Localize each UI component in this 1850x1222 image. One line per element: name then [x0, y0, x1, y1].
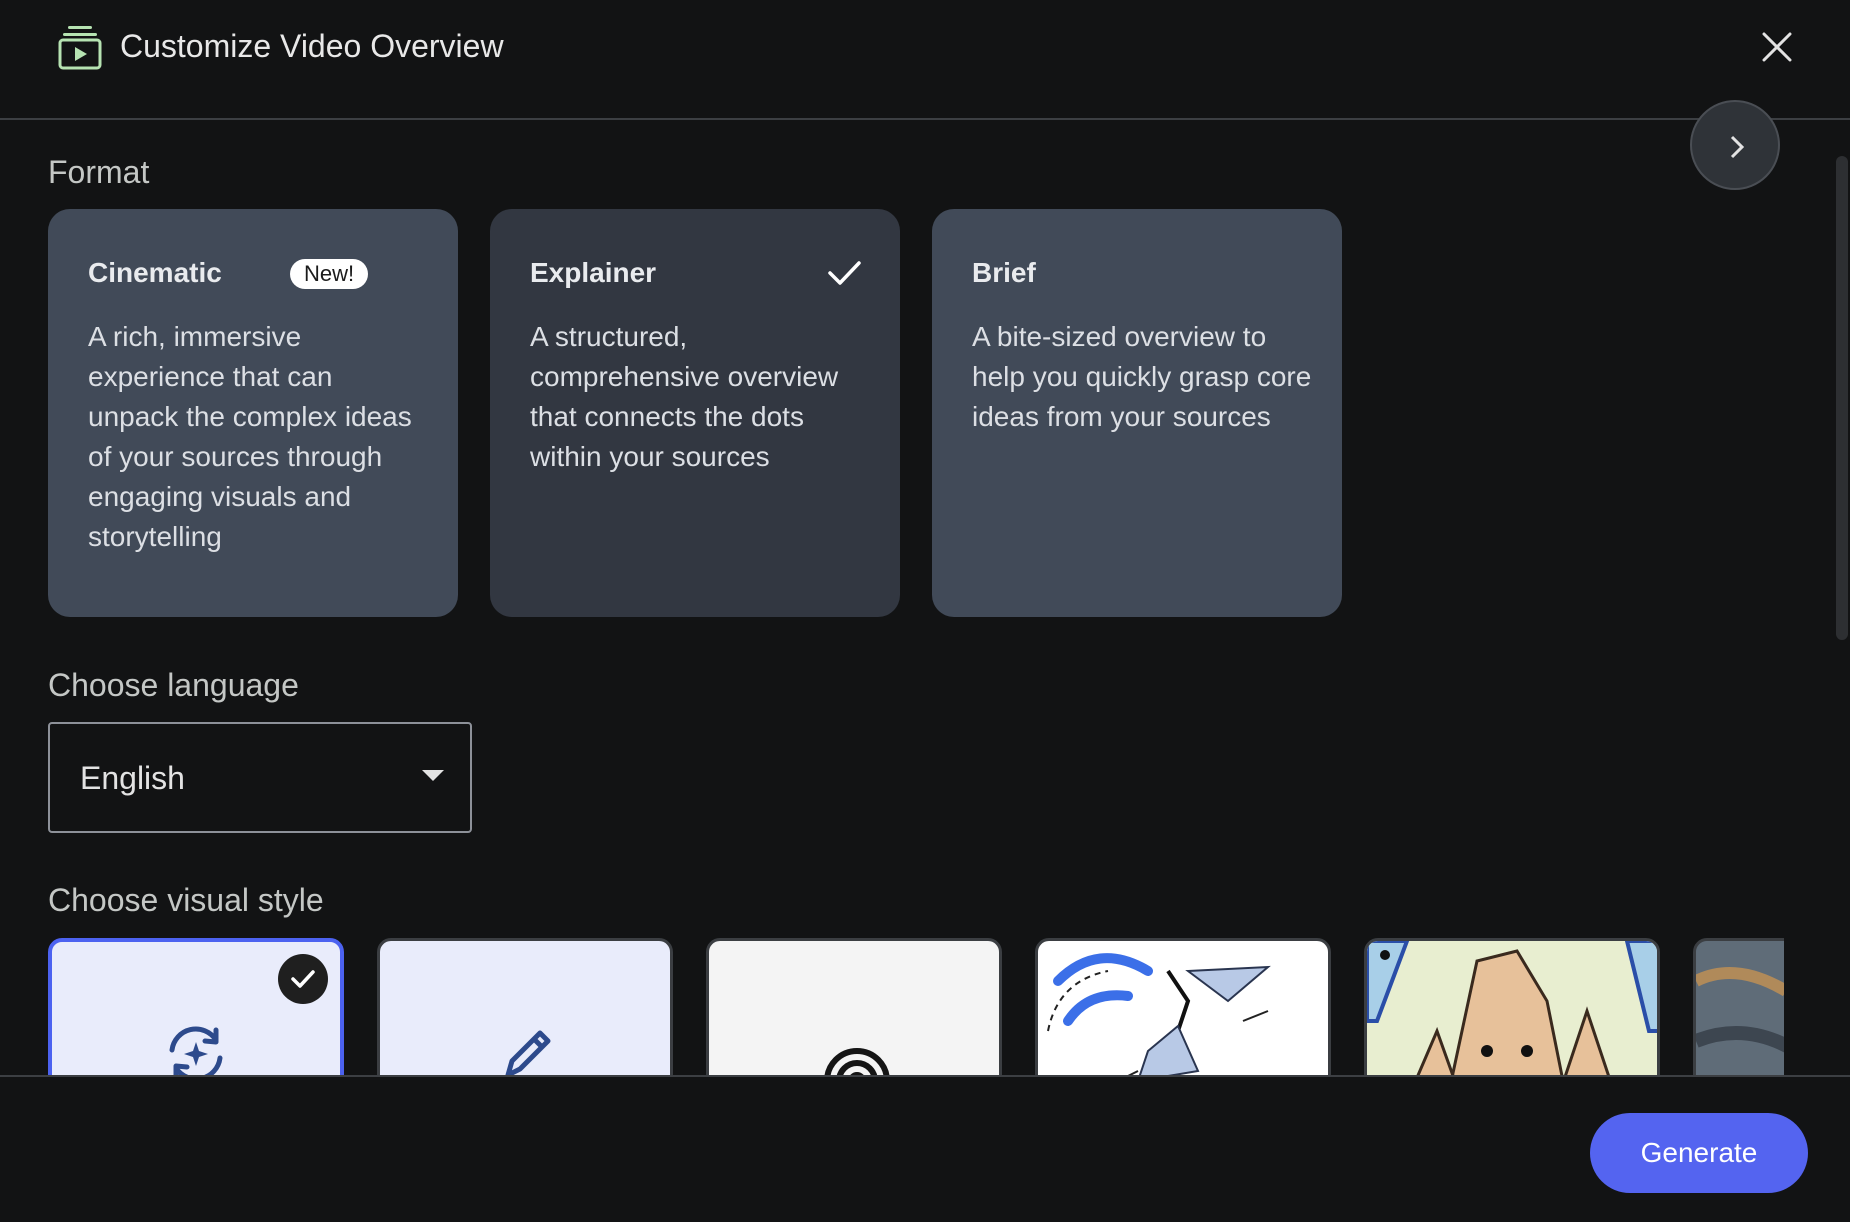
rainbow-arcs-icon — [824, 1048, 890, 1076]
format-label: Format — [48, 154, 150, 190]
scrollbar[interactable] — [1836, 156, 1848, 640]
language-label: Choose language — [48, 667, 299, 703]
language-value: English — [80, 760, 185, 796]
style-tile-sketch[interactable] — [1035, 938, 1331, 1076]
new-badge: New! — [290, 259, 369, 289]
style-tile-minimal[interactable] — [706, 938, 1002, 1076]
style-tile-painted[interactable] — [1693, 938, 1784, 1076]
style-tile-pencil[interactable] — [377, 938, 673, 1076]
style-tile-cartoon[interactable] — [1364, 938, 1660, 1076]
card-description: A bite-sized overview to help you quickl… — [972, 321, 1312, 432]
card-title: Cinematic — [88, 257, 222, 288]
video-overview-icon — [58, 26, 102, 70]
style-tile-auto[interactable] — [48, 938, 344, 1076]
checkmark-icon — [828, 261, 861, 285]
card-title: Brief — [972, 257, 1036, 288]
pencil-icon — [505, 1030, 551, 1076]
auto-select-sparkle-icon — [169, 1026, 223, 1076]
dialog-header: Customize Video Overview — [0, 0, 1850, 120]
cartoon-mountains-illustration — [1367, 941, 1657, 1076]
card-description: A rich, immersive experience that can un… — [88, 321, 412, 552]
format-card-brief[interactable]: Brief A bite-sized overview to help you … — [932, 209, 1342, 617]
dialog-title: Customize Video Overview — [120, 28, 504, 64]
close-button[interactable] — [1754, 24, 1800, 70]
format-card-explainer[interactable]: Explainer A structured, comprehensive ov… — [490, 209, 900, 617]
visual-style-label: Choose visual style — [48, 882, 324, 918]
generate-button[interactable]: Generate — [1590, 1113, 1808, 1193]
visual-style-carousel — [48, 938, 1784, 1076]
dropdown-arrow-icon — [422, 770, 444, 781]
chevron-right-icon — [1730, 135, 1745, 159]
format-card-cinematic[interactable]: Cinematic New! A rich, immersive experie… — [48, 209, 458, 617]
selected-check-icon — [278, 954, 328, 1004]
painted-landscape-illustration — [1696, 941, 1784, 1076]
carousel-next-button[interactable] — [1690, 100, 1780, 190]
sketch-illustration — [1047, 953, 1271, 1076]
card-description: A structured, comprehensive overview tha… — [530, 321, 839, 472]
dialog-footer: Generate — [0, 1075, 1850, 1222]
card-title: Explainer — [530, 257, 657, 288]
close-icon — [1762, 32, 1792, 62]
language-select[interactable]: English — [48, 722, 472, 833]
